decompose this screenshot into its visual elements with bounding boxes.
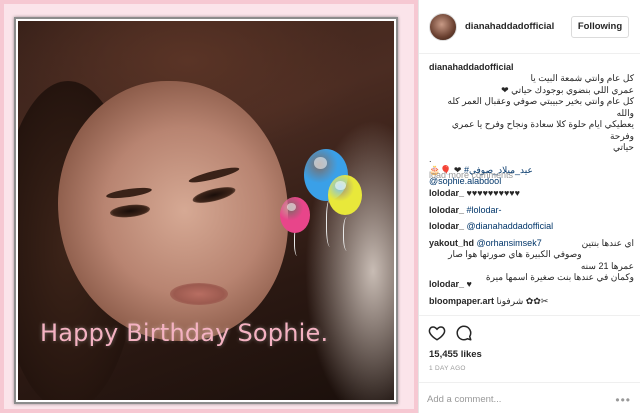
comment-row: yakout_hd @orhansimsek7 اي عندها بنتين و… [429,238,634,284]
post-photo[interactable]: Happy Birthday Sophie. [18,21,394,400]
load-more-comments[interactable]: load more comments [429,170,513,180]
balloon-pink [280,197,310,233]
post-header: dianahaddadofficial Following [419,0,640,54]
comment-row: lolodar_ @dianahaddadofficial [429,221,634,232]
following-button[interactable]: Following [571,16,629,38]
comment-bubble-icon[interactable] [455,324,473,342]
comment-username[interactable]: lolodar_ [429,205,464,215]
comment-row: lolodar_ ♥ [429,279,634,290]
comment-text-line: وصوفي الكبيرة هاي صورتها هوا صار عمرها 2… [448,249,634,271]
likes-count[interactable]: 15,455 likes [429,349,482,360]
photo-border: Happy Birthday Sophie. [14,17,398,404]
comment-username[interactable]: lolodar_ [429,279,464,289]
balloon-yellow [328,175,362,215]
comment-username[interactable]: yakout_hd [429,238,474,248]
avatar[interactable] [429,13,457,41]
photo-lips [170,283,228,305]
heart-icon[interactable] [428,324,446,342]
comment-hashtag[interactable]: #lolodar- [467,205,502,215]
caption-line: كل عام وانتي بخير حبيبتي صوفي وعقبال الع… [447,96,635,118]
comment-row: bloompaper.art شرفونا ✿✿✂ [429,296,634,307]
caption-username[interactable]: dianahaddadofficial [429,62,514,72]
comment-text: ♥ [466,279,472,289]
photo-caption: Happy Birthday Sophie. [40,319,329,347]
comment-text-inline: اي عندها بنتين [581,238,634,248]
post-timestamp: 1 DAY AGO [429,365,466,372]
comment-username[interactable]: bloompaper.art [429,296,494,306]
caption-line: كل عام وانتي شمعة البيت يا [530,73,634,83]
caption-line: عمري اللي بنضوي بوجودك حياتي ❤ [501,84,634,95]
photo-frame-inner: Happy Birthday Sophie. [4,4,414,409]
caption-line: يعطيكي ايام حلوة كلا سعادة ونجاح وفرح يا… [451,119,634,141]
comment-text: ♥♥♥♥♥♥♥♥♥♥ [466,188,520,198]
photo-frame: Happy Birthday Sophie. [0,0,418,413]
comment-mention[interactable]: @dianahaddadofficial [467,221,554,231]
comment-username[interactable]: lolodar_ [429,221,464,231]
comment-mention[interactable]: @orhansimsek7 [477,238,542,248]
add-comment-bar: ••• [419,382,640,413]
more-options-icon[interactable]: ••• [615,393,631,407]
comment-text: شرفونا ✿✿✂ [496,296,549,306]
add-comment-input[interactable] [427,391,607,407]
caption-line: . [429,153,432,164]
header-username[interactable]: dianahaddadofficial [465,21,554,32]
post-caption: dianahaddadofficial كل عام وانتي شمعة ال… [429,62,634,187]
post-side-panel: dianahaddadofficial Following dianahadda… [418,0,640,413]
comment-row: lolodar_ #lolodar- [429,205,634,216]
comment-username[interactable]: lolodar_ [429,188,464,198]
caption-line: حياتي [612,142,634,152]
comment-row: lolodar_ ♥♥♥♥♥♥♥♥♥♥ [429,188,634,199]
balloon-string-yellow [343,217,353,251]
post-actions: 15,455 likes 1 DAY AGO ••• [419,315,640,413]
